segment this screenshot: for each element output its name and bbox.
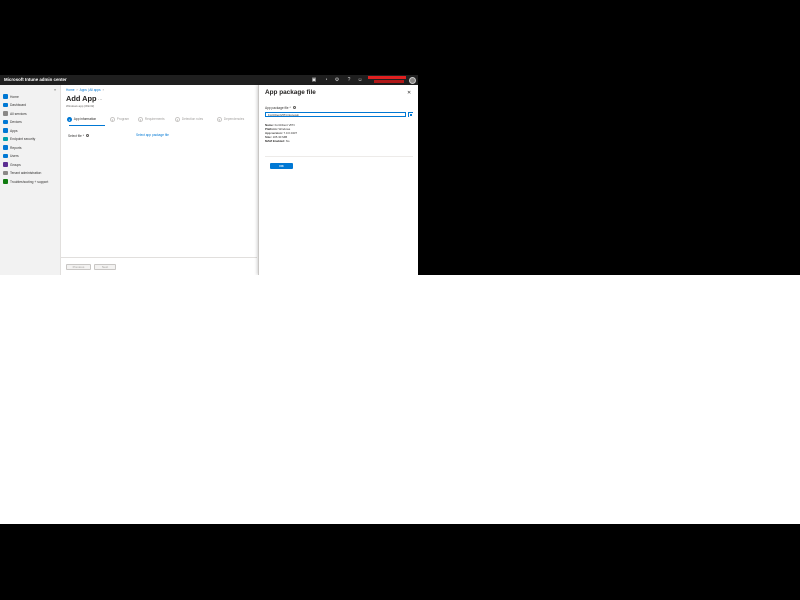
step-label: Detection rules bbox=[181, 117, 204, 122]
letterbox-right bbox=[418, 75, 800, 275]
package-metadata: Name: FortiClient VPN Platform: Windows … bbox=[265, 123, 297, 143]
breadcrumb-apps[interactable]: Apps | All apps bbox=[80, 88, 101, 92]
troubleshooting-icon bbox=[3, 179, 8, 184]
tenant-icon bbox=[3, 170, 8, 176]
step-number: 1 bbox=[67, 117, 72, 122]
step-requirements[interactable]: 3 Requirements bbox=[138, 117, 165, 122]
feedback-icon[interactable]: ☺ bbox=[357, 77, 363, 83]
account-name-redacted bbox=[368, 76, 406, 80]
ok-button[interactable]: OK bbox=[270, 163, 293, 169]
active-step-underline bbox=[69, 124, 105, 126]
nav-item-label: All services bbox=[10, 111, 27, 116]
nav-item-endpoint-security[interactable]: Endpoint security bbox=[3, 136, 60, 143]
bell-icon[interactable]: ◔ bbox=[323, 77, 329, 83]
collapse-nav-icon[interactable]: « bbox=[54, 87, 56, 92]
footer-divider bbox=[61, 257, 257, 258]
close-icon[interactable]: ✕ bbox=[407, 90, 411, 96]
nav-item-label: Apps bbox=[10, 128, 18, 133]
app-package-file-panel: App package file ✕ App package file * Fo… bbox=[258, 85, 418, 275]
step-app-information[interactable]: 1 App information bbox=[67, 117, 96, 122]
page-subtitle: Windows app (Win32) bbox=[66, 103, 95, 108]
package-field: App package file * bbox=[265, 106, 296, 110]
add-app-blade: Home › Apps | All apps › Add App … Windows … bbox=[61, 85, 257, 275]
account-info[interactable] bbox=[368, 76, 408, 84]
nav-item-home[interactable]: Home bbox=[3, 93, 60, 100]
nav-item-dashboard[interactable]: Dashboard bbox=[3, 102, 60, 109]
step-label: Requirements bbox=[144, 117, 165, 122]
meta-value: No bbox=[285, 139, 290, 143]
info-icon[interactable] bbox=[292, 106, 296, 110]
groups-icon bbox=[3, 162, 8, 167]
nav-item-reports[interactable]: Reports bbox=[3, 144, 60, 151]
select-file-field: Select file * bbox=[68, 134, 90, 138]
dashboard-icon bbox=[3, 102, 8, 108]
left-nav: « Home Dashboard All services Devices Ap… bbox=[0, 85, 61, 275]
nav-item-label: Users bbox=[10, 154, 19, 158]
nav-item-devices[interactable]: Devices bbox=[3, 119, 60, 126]
nav-item-all-services[interactable]: All services bbox=[3, 110, 60, 117]
nav-item-label: Devices bbox=[10, 120, 22, 124]
nav-item-label: Endpoint security bbox=[10, 137, 36, 141]
nav-item-label: Tenant administration bbox=[10, 171, 42, 175]
package-label: App package file * bbox=[265, 106, 291, 110]
step-number: 2 bbox=[110, 117, 115, 122]
step-number: 5 bbox=[217, 117, 222, 122]
account-tenant-redacted bbox=[374, 80, 404, 83]
app-title[interactable]: Microsoft Intune admin center bbox=[4, 77, 67, 82]
step-label: Program bbox=[116, 117, 130, 122]
browse-folder-icon[interactable] bbox=[407, 111, 413, 117]
nav-item-troubleshooting[interactable]: Troubleshooting + support bbox=[3, 178, 60, 185]
meta-mam: MAM Enabled: No bbox=[265, 139, 297, 143]
panel-title: App package file bbox=[265, 89, 316, 96]
package-file-input[interactable]: FortiClientVPN.intunewin bbox=[265, 111, 406, 117]
top-header: Microsoft Intune admin center ▣ ◔ ⚙ ? ☺ bbox=[0, 75, 418, 85]
more-options-icon[interactable]: … bbox=[98, 96, 102, 101]
select-file-label: Select file * bbox=[68, 134, 84, 138]
blank-area bbox=[0, 275, 800, 524]
nav-item-label: Reports bbox=[10, 145, 22, 150]
step-label: Dependencies bbox=[223, 117, 245, 122]
reports-icon bbox=[3, 145, 8, 150]
wizard-steps: 1 App information 2 Program 3 Requiremen… bbox=[67, 117, 255, 126]
page-title: Add App bbox=[66, 94, 97, 103]
all-services-icon bbox=[3, 111, 8, 116]
apps-icon bbox=[3, 128, 8, 133]
step-dependencies[interactable]: 5 Dependencies bbox=[217, 117, 244, 122]
step-program[interactable]: 2 Program bbox=[110, 117, 129, 122]
info-icon[interactable] bbox=[85, 134, 90, 138]
nav-item-groups[interactable]: Groups bbox=[3, 161, 60, 168]
help-icon[interactable]: ? bbox=[346, 77, 352, 83]
nav-item-users[interactable]: Users bbox=[3, 153, 60, 160]
step-detection-rules[interactable]: 4 Detection rules bbox=[175, 117, 203, 122]
select-app-package-link[interactable]: Select app package file bbox=[136, 133, 169, 137]
home-icon bbox=[3, 94, 8, 99]
screen-share-icon[interactable]: ▣ bbox=[311, 77, 317, 83]
step-label: App information bbox=[73, 117, 97, 122]
meta-key: MAM Enabled: bbox=[265, 139, 285, 143]
step-number: 3 bbox=[138, 117, 143, 122]
nav-item-label: Troubleshooting + support bbox=[10, 179, 49, 184]
previous-button[interactable]: Previous bbox=[66, 264, 91, 270]
next-button[interactable]: Next bbox=[94, 264, 116, 270]
screen: Microsoft Intune admin center ▣ ◔ ⚙ ? ☺ … bbox=[0, 75, 418, 275]
nav-item-label: Home bbox=[10, 94, 19, 99]
step-number: 4 bbox=[175, 117, 180, 122]
shield-icon bbox=[3, 136, 8, 142]
nav-item-apps[interactable]: Apps bbox=[3, 127, 60, 134]
users-icon bbox=[3, 153, 8, 159]
breadcrumb-home[interactable]: Home bbox=[66, 88, 75, 92]
nav-item-label: Dashboard bbox=[10, 103, 27, 107]
devices-icon bbox=[3, 119, 8, 125]
panel-divider bbox=[265, 156, 413, 157]
nav-item-tenant-administration[interactable]: Tenant administration bbox=[3, 170, 60, 177]
breadcrumb: Home › Apps | All apps › bbox=[66, 88, 106, 92]
avatar[interactable] bbox=[409, 76, 416, 84]
nav-item-label: Groups bbox=[10, 162, 21, 167]
breadcrumb-separator: › bbox=[102, 88, 104, 92]
gear-icon[interactable]: ⚙ bbox=[334, 77, 340, 83]
breadcrumb-separator: › bbox=[76, 88, 78, 92]
